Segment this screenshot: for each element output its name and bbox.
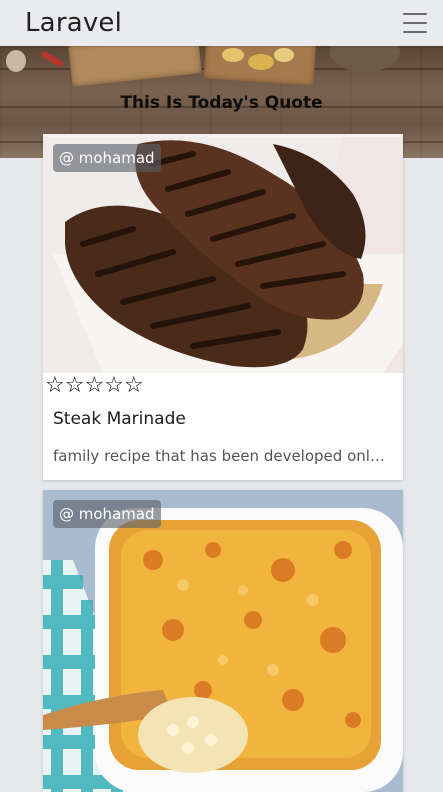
hamburger-icon[interactable] <box>403 13 427 33</box>
mac-and-cheese-image <box>43 490 403 792</box>
recipe-image[interactable]: @ mohamad <box>43 490 403 792</box>
star-rating[interactable]: ☆☆☆☆☆ <box>43 373 403 399</box>
author-badge[interactable]: @ mohamad <box>53 144 161 172</box>
recipe-description: family recipe that has been developed on… <box>53 447 398 465</box>
recipe-card[interactable]: @ mohamad ☆☆☆☆☆ Steak Marinade family re… <box>43 134 403 480</box>
author-badge[interactable]: @ mohamad <box>53 500 161 528</box>
hero-quote-title: This Is Today's Quote <box>120 93 323 113</box>
star-outline-icon[interactable]: ☆☆☆☆☆ <box>45 375 144 397</box>
recipe-image[interactable]: @ mohamad <box>43 134 403 373</box>
recipe-title[interactable]: Steak Marinade <box>43 399 403 433</box>
navbar: Laravel <box>0 0 443 46</box>
brand-logo[interactable]: Laravel <box>25 8 122 38</box>
recipe-card[interactable]: @ mohamad <box>43 490 403 792</box>
